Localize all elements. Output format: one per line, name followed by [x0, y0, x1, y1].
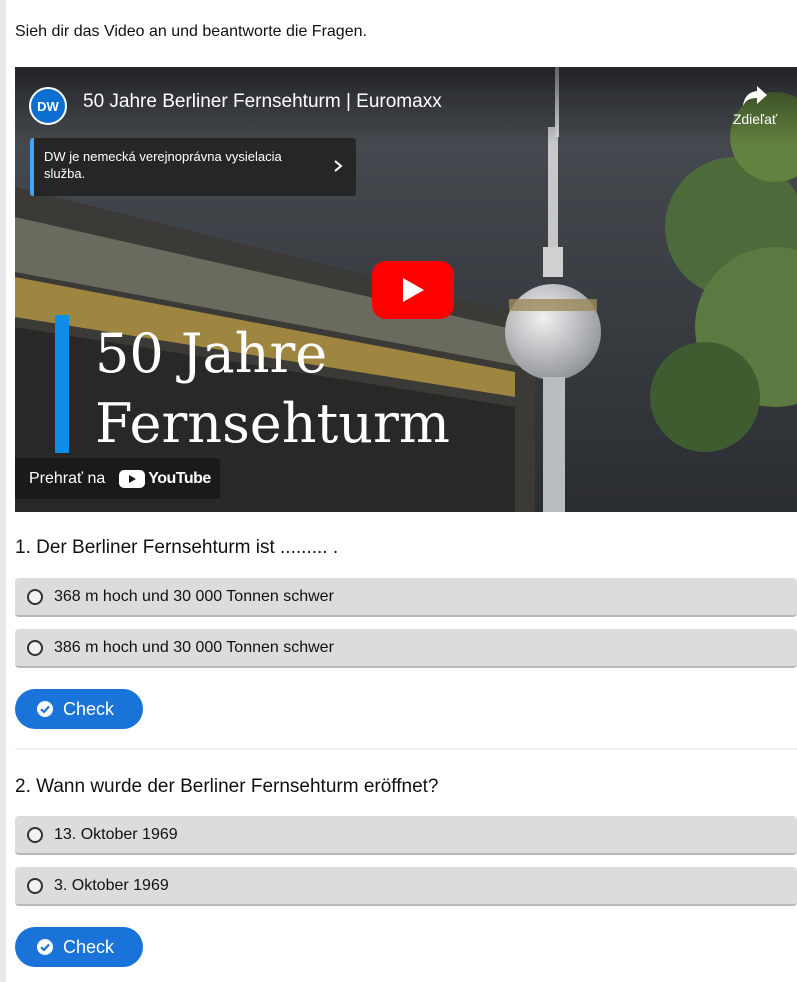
instruction-text: Sieh dir das Video an und beantworte die…: [15, 23, 367, 40]
share-label: Zdieľať: [732, 111, 778, 127]
check-label: Check: [63, 698, 115, 719]
option-label: 386 m hoch und 30 000 Tonnen schwer: [54, 638, 334, 656]
youtube-video-embed[interactable]: 50 Jahre Fernsehturm DW 50 Jahre Berline…: [15, 67, 797, 512]
radio-button[interactable]: [27, 826, 43, 843]
option-label: 3. Oktober 1969: [54, 876, 169, 894]
youtube-label: YouTube: [148, 469, 211, 487]
thumbnail-accent-bar: [55, 315, 69, 453]
watch-on-youtube-button[interactable]: Prehrať na YouTube: [15, 458, 220, 499]
question-2-text: 2. Wann wurde der Berliner Fernsehturm e…: [15, 776, 439, 797]
chevron-right-icon: [334, 160, 343, 172]
option-label: 13. Oktober 1969: [54, 825, 178, 843]
radio-button[interactable]: [27, 639, 43, 656]
info-card[interactable]: DW je nemecká verejnoprávna vysielacia s…: [30, 138, 356, 196]
radio-button[interactable]: [27, 877, 43, 894]
youtube-logo-icon: [119, 469, 146, 488]
thumbnail-title: 50 Jahre Fernsehturm: [95, 322, 450, 456]
youtube-brand: YouTube: [119, 469, 211, 488]
question-divider: [15, 748, 797, 750]
question-2-option-1[interactable]: 13. Oktober 1969: [15, 816, 797, 855]
play-icon: [403, 278, 424, 302]
question-1-text: 1. Der Berliner Fernsehturm ist ........…: [15, 537, 339, 558]
question-2-check-button[interactable]: Check: [15, 927, 143, 967]
question-2-option-2[interactable]: 3. Oktober 1969: [15, 867, 797, 906]
check-label: Check: [63, 936, 115, 957]
question-1-check-button[interactable]: Check: [15, 689, 143, 729]
quiz-content: Sieh dir das Video an und beantworte die…: [6, 0, 797, 982]
share-icon: [743, 86, 767, 106]
info-card-text: DW je nemecká verejnoprávna vysielacia s…: [44, 149, 282, 181]
thumbnail-title-line2: Fernsehturm: [95, 392, 451, 455]
check-circle-icon: [37, 701, 53, 717]
check-circle-icon: [37, 939, 53, 955]
option-label: 368 m hoch und 30 000 Tonnen schwer: [54, 587, 334, 605]
watch-on-label: Prehrať na: [29, 469, 106, 487]
channel-logo[interactable]: DW: [29, 87, 67, 125]
thumbnail-title-line1: 50 Jahre: [95, 322, 328, 385]
radio-button[interactable]: [27, 588, 43, 605]
share-button[interactable]: Zdieľať: [725, 85, 785, 129]
video-title[interactable]: 50 Jahre Berliner Fernsehturm | Euromaxx: [83, 91, 442, 113]
question-1-option-2[interactable]: 386 m hoch und 30 000 Tonnen schwer: [15, 629, 797, 668]
play-button[interactable]: [372, 261, 454, 319]
question-1-option-1[interactable]: 368 m hoch und 30 000 Tonnen schwer: [15, 578, 797, 617]
